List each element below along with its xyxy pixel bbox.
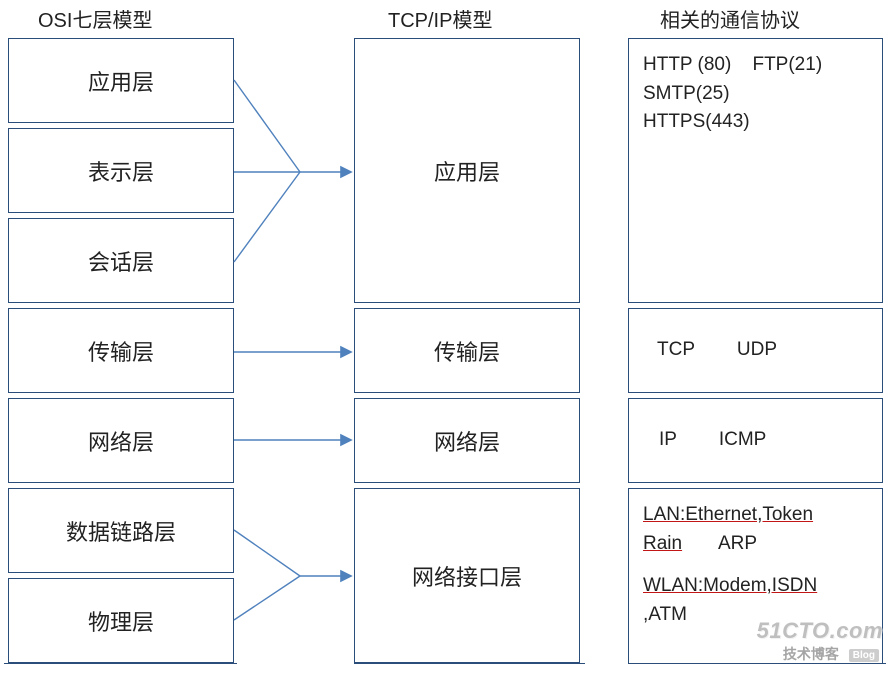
watermark-sub: 技术博客 Blog [783, 644, 879, 664]
proto-app-line1: HTTP (80) FTP(21) [643, 51, 868, 80]
proto-lan-text-b: Rain [643, 533, 682, 554]
proto-lan-text-a: LAN:Ethernet,Token [643, 504, 813, 525]
proto-wlan-text-a: WLAN:Modem,ISDN [643, 575, 817, 596]
proto-link-wlan-a: WLAN:Modem,ISDN [643, 572, 868, 601]
tcpip-layer-link: 网络接口层 [354, 488, 580, 663]
proto-ftp: FTP(21) [752, 54, 822, 75]
proto-udp: UDP [737, 339, 777, 360]
osi-l2-label: 数据链路层 [66, 515, 176, 547]
osi-l4-label: 传输层 [88, 335, 154, 367]
protocols-transport: TCP UDP [628, 308, 883, 393]
proto-trans-line: TCP UDP [643, 336, 777, 365]
proto-ip: IP [659, 429, 677, 450]
osi-l6-label: 表示层 [88, 155, 154, 187]
proto-tcp: TCP [657, 339, 695, 360]
bottom-rule-mid [354, 663, 585, 664]
tcpip-trans-label: 传输层 [434, 335, 500, 367]
diagram-stage: OSI七层模型 TCP/IP模型 相关的通信协议 应用层 表示层 会话层 传输层… [0, 0, 889, 676]
tcpip-link-label: 网络接口层 [412, 560, 522, 592]
osi-l3-label: 网络层 [88, 425, 154, 457]
tcpip-layer-transport: 传输层 [354, 308, 580, 393]
tcpip-layer-application: 应用层 [354, 38, 580, 303]
tcpip-app-label: 应用层 [434, 155, 500, 187]
osi-layer-4-transport: 传输层 [8, 308, 234, 393]
osi-l7-label: 应用层 [88, 65, 154, 97]
protocols-application: HTTP (80) FTP(21) SMTP(25) HTTPS(443) [628, 38, 883, 303]
proto-arp: ARP [718, 533, 757, 554]
proto-link-lan-a: LAN:Ethernet,Token [643, 501, 868, 530]
watermark-sub-text: 技术博客 [783, 646, 839, 662]
title-tcpip: TCP/IP模型 [388, 4, 492, 33]
osi-layer-1-physical: 物理层 [8, 578, 234, 663]
protocols-network: IP ICMP [628, 398, 883, 483]
proto-link-lan-b: Rain ARP [643, 530, 868, 559]
proto-icmp: ICMP [719, 429, 767, 450]
title-protocols: 相关的通信协议 [660, 4, 800, 33]
osi-layer-6-presentation: 表示层 [8, 128, 234, 213]
proto-net-line: IP ICMP [643, 426, 766, 455]
osi-l1-label: 物理层 [88, 605, 154, 637]
watermark-blog-badge: Blog [849, 649, 879, 662]
osi-l5-label: 会话层 [88, 245, 154, 277]
tcpip-net-label: 网络层 [434, 425, 500, 457]
watermark-site: 51CTO.com [757, 618, 883, 644]
proto-http: HTTP (80) [643, 54, 731, 75]
osi-layer-2-datalink: 数据链路层 [8, 488, 234, 573]
bottom-rule-left [4, 663, 237, 664]
osi-layer-3-network: 网络层 [8, 398, 234, 483]
title-osi: OSI七层模型 [38, 4, 152, 33]
osi-layer-5-session: 会话层 [8, 218, 234, 303]
tcpip-layer-network: 网络层 [354, 398, 580, 483]
osi-layer-7-application: 应用层 [8, 38, 234, 123]
proto-app-line3: HTTPS(443) [643, 108, 868, 137]
proto-app-line2: SMTP(25) [643, 80, 868, 109]
